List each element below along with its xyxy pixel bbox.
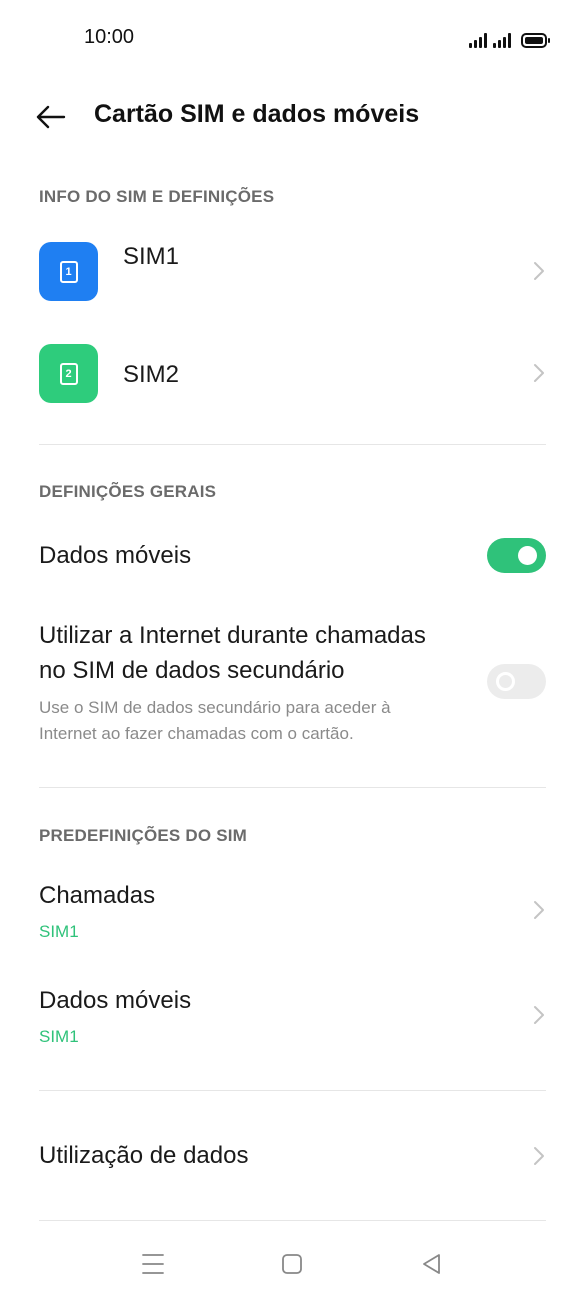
secondary-data-title-line1: Utilizar a Internet durante chamadas [39,622,426,649]
sim-card-icon: 2 [59,362,78,385]
mobile-data-default-value: SIM1 [39,1027,79,1046]
battery-icon [521,33,550,48]
divider [39,444,546,445]
secondary-data-desc-line1: Use o SIM de dados secundário para acede… [39,698,391,717]
calls-label: Chamadas [39,882,156,909]
sim2-row[interactable]: 2 SIM2 [0,334,585,414]
divider [39,787,546,788]
menu-icon[interactable] [138,1249,168,1279]
section-header-defaults: PREDEFINIÇÕES DO SIM [39,826,248,845]
page-title: Cartão SIM e dados móveis [94,100,420,128]
sim2-label: SIM2 [123,361,180,388]
sim1-label: SIM1 [123,243,180,270]
sim1-row[interactable]: 1 SIM1 [0,232,585,312]
back-nav-icon[interactable] [417,1249,447,1279]
calls-default-row[interactable]: Chamadas SIM1 [0,870,585,960]
chevron-right-icon [534,1147,544,1165]
sim1-icon: 1 [39,242,98,301]
section-header-sim-info: INFO DO SIM E DEFINIÇÕES [39,187,275,206]
status-time: 10:00 [84,26,135,48]
back-arrow-icon[interactable] [36,104,66,130]
divider [39,1220,546,1221]
mobile-data-default-label: Dados móveis [39,987,192,1014]
data-usage-row[interactable]: Utilização de dados [0,1120,585,1190]
mobile-data-label: Dados móveis [39,542,192,569]
mobile-data-default-row[interactable]: Dados móveis SIM1 [0,975,585,1065]
chevron-right-icon [534,1006,544,1024]
signal-icon-2 [493,32,511,48]
section-header-general: DEFINIÇÕES GERAIS [39,482,217,501]
data-usage-label: Utilização de dados [39,1142,249,1169]
chevron-right-icon [534,262,544,280]
sim2-icon: 2 [39,344,98,403]
home-icon[interactable] [277,1249,307,1279]
divider [39,1090,546,1091]
sim-card-icon: 1 [59,260,78,283]
mobile-data-toggle[interactable] [487,538,546,573]
chevron-right-icon [534,901,544,919]
secondary-data-title-line2: no SIM de dados secundário [39,657,345,684]
status-icons [469,28,550,48]
chevron-right-icon [534,364,544,382]
calls-value: SIM1 [39,922,79,941]
secondary-data-toggle[interactable] [487,664,546,699]
signal-icon-1 [469,32,487,48]
secondary-data-desc-line2: Internet ao fazer chamadas com o cartão. [39,724,354,743]
